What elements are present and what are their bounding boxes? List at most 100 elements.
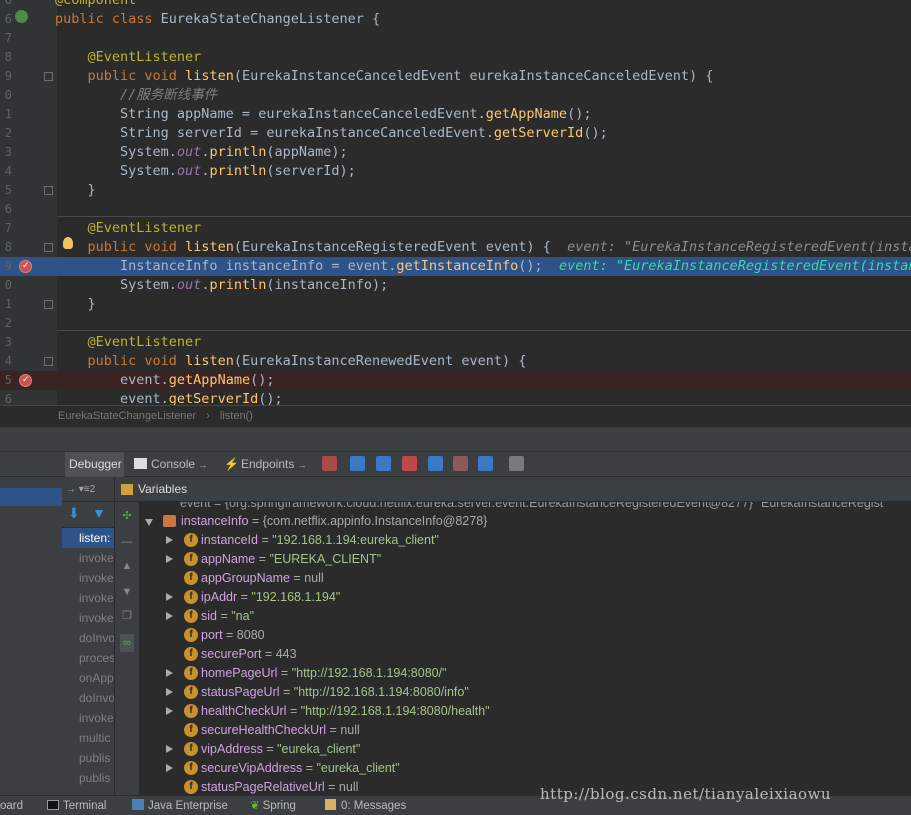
fold-marker-icon[interactable]: [44, 357, 53, 366]
fold-marker-icon[interactable]: [44, 243, 53, 252]
variable-row[interactable]: f ipAddr = "192.168.1.194": [140, 588, 911, 607]
step-out-icon[interactable]: [428, 456, 443, 471]
left-strip-selection[interactable]: [0, 488, 62, 506]
line-number[interactable]: 7: [0, 219, 12, 238]
remove-watch-icon[interactable]: —: [120, 536, 134, 548]
run-to-cursor-icon[interactable]: [478, 456, 493, 471]
code-editor[interactable]: 6 @Component 6 public class EurekaStateChan…: [0, 0, 911, 405]
breakpoint-icon[interactable]: [19, 371, 32, 390]
code-line[interactable]: 1 }: [0, 295, 911, 314]
expand-arrow-icon[interactable]: [166, 593, 173, 601]
collapse-arrow-icon[interactable]: [145, 519, 153, 526]
expand-arrow-icon[interactable]: [166, 688, 173, 696]
line-number[interactable]: 1: [0, 295, 12, 314]
variable-row[interactable]: f healthCheckUrl = "http://192.168.1.194:…: [140, 702, 911, 721]
line-number[interactable]: 1: [0, 105, 12, 124]
variable-row[interactable]: f appGroupName = null: [140, 569, 911, 588]
expand-arrow-icon[interactable]: [166, 745, 173, 753]
show-execution-point-icon[interactable]: [322, 456, 337, 471]
stack-frame[interactable]: doInvo: [62, 688, 114, 708]
stack-frame[interactable]: invoke: [62, 548, 114, 568]
variable-row[interactable]: f sid = "na": [140, 607, 911, 626]
line-number[interactable]: 0: [0, 86, 12, 105]
variable-row[interactable]: f securePort = 443: [140, 645, 911, 664]
variable-row[interactable]: f statusPageUrl = "http://192.168.1.194:8…: [140, 683, 911, 702]
line-number[interactable]: 5: [0, 371, 12, 390]
tab-console[interactable]: Console →: [130, 452, 218, 477]
line-number[interactable]: 0: [0, 276, 12, 295]
variable-row[interactable]: f secureVipAddress = "eureka_client": [140, 759, 911, 778]
code-line[interactable]: 8 public void listen(EurekaInstanceRegis…: [0, 238, 911, 257]
fold-marker-icon[interactable]: [44, 72, 53, 81]
variable-row[interactable]: f appName = "EUREKA_CLIENT": [140, 550, 911, 569]
code-line[interactable]: 0 System.out.println(instanceInfo);: [0, 276, 911, 295]
expand-arrow-icon[interactable]: [166, 555, 173, 563]
tab-endpoints[interactable]: ⚡ Endpoints →: [220, 452, 316, 477]
line-number[interactable]: 8: [0, 48, 12, 67]
stack-frame[interactable]: doInvo: [62, 628, 114, 648]
code-line[interactable]: 0 //服务断线事件: [0, 86, 911, 105]
show-watches-icon[interactable]: ∞: [120, 634, 134, 652]
new-watch-icon[interactable]: ✣: [120, 510, 134, 522]
code-line[interactable]: 3 @EventListener: [0, 333, 911, 352]
tab-debugger[interactable]: Debugger: [65, 452, 124, 477]
move-down-icon[interactable]: ▼: [120, 586, 134, 598]
code-line[interactable]: 7 @EventListener: [0, 219, 911, 238]
code-line[interactable]: 9 public void listen(EurekaInstanceCance…: [0, 67, 911, 86]
messages-tab[interactable]: 0: Messages: [325, 796, 406, 815]
line-number[interactable]: 3: [0, 333, 12, 352]
expand-arrow-icon[interactable]: [166, 707, 173, 715]
code-line[interactable]: 3 System.out.println(appName);: [0, 143, 911, 162]
line-number[interactable]: 2: [0, 124, 12, 143]
step-over-icon[interactable]: [350, 456, 365, 471]
code-line[interactable]: 9 InstanceInfo instanceInfo = event.getI…: [0, 257, 911, 276]
line-number[interactable]: 4: [0, 352, 12, 371]
code-line[interactable]: 6 event.getServerId();: [0, 390, 911, 405]
line-number[interactable]: 6: [0, 0, 12, 10]
java-enterprise-tab[interactable]: Java Enterprise: [132, 796, 228, 815]
stack-frame[interactable]: listen:: [62, 528, 114, 548]
line-number[interactable]: 4: [0, 162, 12, 181]
spring-bean-icon[interactable]: [15, 10, 28, 23]
copy-icon[interactable]: ❐: [120, 610, 134, 622]
expand-arrow-icon[interactable]: [166, 536, 173, 544]
code-line[interactable]: 4 public void listen(EurekaInstanceRenew…: [0, 352, 911, 371]
stack-frame[interactable]: proces: [62, 648, 114, 668]
code-line[interactable]: 5 }: [0, 181, 911, 200]
force-step-into-icon[interactable]: [402, 456, 417, 471]
breadcrumb-class[interactable]: EurekaStateChangeListener: [58, 410, 196, 422]
stack-frame[interactable]: publis: [62, 748, 114, 768]
drop-frame-icon[interactable]: [453, 456, 468, 471]
filter-icon[interactable]: ▼: [92, 505, 106, 521]
fold-marker-icon[interactable]: [44, 300, 53, 309]
spring-tab[interactable]: ❦ Spring: [250, 796, 296, 815]
line-number[interactable]: 7: [0, 29, 12, 48]
stack-frame[interactable]: onApp: [62, 668, 114, 688]
variable-row[interactable]: f instanceId = "192.168.1.194:eureka_clie…: [140, 531, 911, 550]
stack-frame[interactable]: invoke: [62, 568, 114, 588]
expand-arrow-icon[interactable]: [166, 612, 173, 620]
code-line[interactable]: 1 String appName = eurekaInstanceCancele…: [0, 105, 911, 124]
line-number[interactable]: 2: [0, 314, 12, 333]
line-number[interactable]: 8: [0, 238, 12, 257]
variable-row[interactable]: f port = 8080: [140, 626, 911, 645]
stack-frame[interactable]: invoke: [62, 708, 114, 728]
code-line[interactable]: 6 @Component: [0, 0, 911, 10]
line-number[interactable]: 9: [0, 257, 12, 276]
arrow-down-icon[interactable]: ⬇: [68, 505, 80, 522]
lightbulb-icon[interactable]: [63, 237, 73, 249]
step-into-icon[interactable]: [376, 456, 391, 471]
instanceinfo-row[interactable]: instanceInfo = {com.netflix.appinfo.Inst…: [140, 512, 911, 531]
stack-frame[interactable]: publis: [62, 768, 114, 788]
board-tab[interactable]: oard: [0, 796, 23, 815]
stack-frame[interactable]: invoke: [62, 608, 114, 628]
breakpoint-icon[interactable]: [19, 257, 32, 276]
fold-marker-icon[interactable]: [44, 186, 53, 195]
expand-arrow-icon[interactable]: [166, 764, 173, 772]
line-number[interactable]: 6: [0, 390, 12, 405]
line-number[interactable]: 6: [0, 200, 12, 219]
line-number[interactable]: 5: [0, 181, 12, 200]
code-line[interactable]: 5 event.getAppName();: [0, 371, 911, 390]
line-number[interactable]: 3: [0, 143, 12, 162]
expand-arrow-icon[interactable]: [166, 669, 173, 677]
